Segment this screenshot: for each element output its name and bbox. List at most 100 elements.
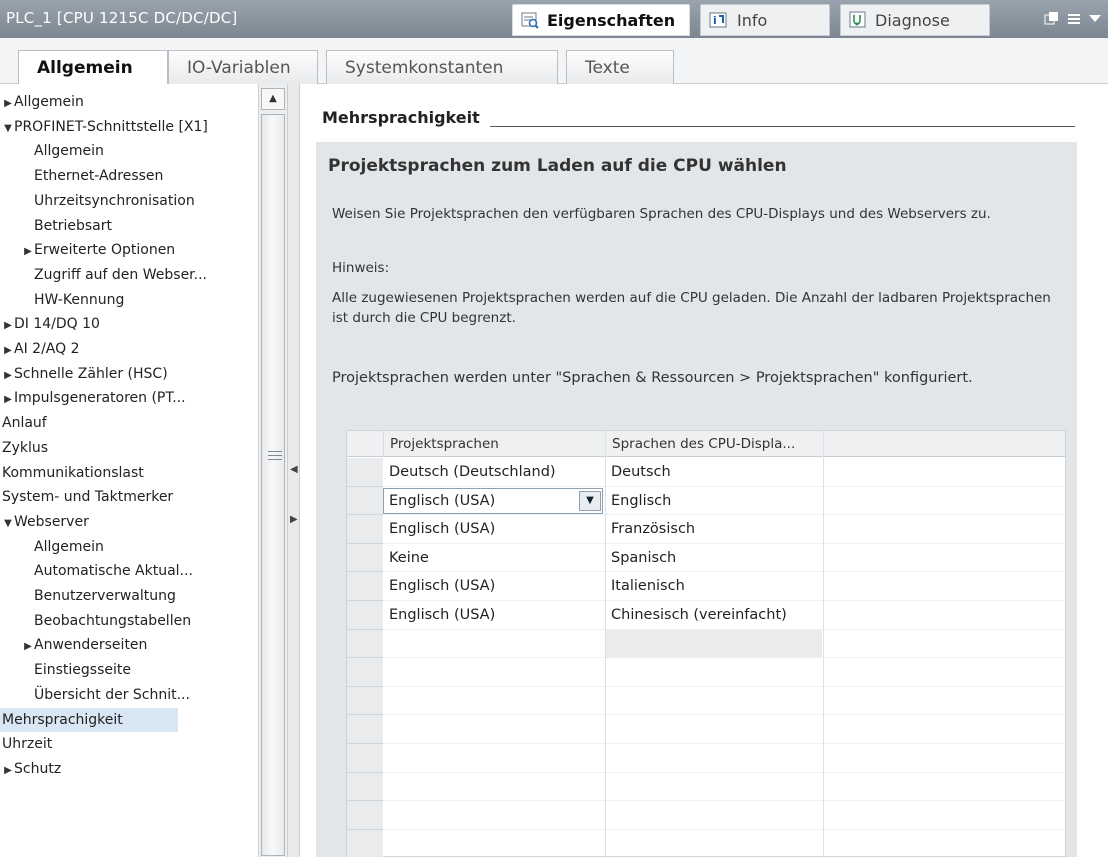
hint-text: Alle zugewiesenen Projektsprachen werden… — [332, 290, 1051, 326]
tab-allgemein[interactable]: Allgemein — [18, 50, 168, 85]
row-header[interactable] — [347, 543, 383, 573]
tab-io-variablen[interactable]: IO-Variablen — [168, 50, 318, 84]
tree-node[interactable]: ▼ Webserver — [2, 510, 256, 534]
tree-node[interactable]: Betriebsart — [34, 214, 256, 238]
row-header[interactable] — [347, 629, 383, 659]
collapsed-arrow-icon[interactable]: ▶ — [2, 92, 14, 116]
row-header[interactable] — [347, 801, 383, 830]
row-header[interactable] — [347, 572, 383, 601]
tree-node[interactable]: ▶ Anwenderseiten — [22, 633, 256, 657]
tab-info[interactable]: i Info — [700, 4, 830, 36]
tree-node[interactable]: Uhrzeit — [2, 732, 256, 756]
row-header[interactable] — [347, 486, 383, 516]
tree-node[interactable]: ▶ Allgemein — [2, 90, 256, 114]
tree-node[interactable]: ▶ DI 14/DQ 10 — [2, 312, 256, 336]
cpu-language-cell[interactable]: Französisch — [605, 515, 823, 543]
collapsed-arrow-icon[interactable]: ▶ — [2, 339, 14, 363]
project-language-cell[interactable]: Keine — [383, 544, 605, 572]
row-header[interactable] — [347, 658, 383, 687]
row-header[interactable] — [347, 829, 383, 857]
project-language-dropdown[interactable]: Englisch (USA) ▼ — [383, 487, 603, 514]
tree-node[interactable]: ▶ Schutz — [2, 757, 256, 781]
project-language-cell[interactable]: Deutsch (Deutschland) — [383, 458, 605, 486]
collapsed-arrow-icon[interactable]: ▶ — [2, 388, 14, 412]
tree-node-label: Anwenderseiten — [34, 637, 148, 654]
expanded-arrow-icon[interactable]: ▼ — [2, 512, 14, 536]
column-header-projektsprachen[interactable]: Projektsprachen — [383, 431, 605, 457]
tree-node[interactable]: Kommunikationslast — [2, 461, 256, 485]
panel-splitter[interactable]: ◀ ▶ — [287, 84, 300, 857]
hint-label: Hinweis: — [332, 260, 390, 276]
collapsed-arrow-icon[interactable]: ▶ — [2, 314, 14, 338]
tree-node-label: AI 2/AQ 2 — [14, 341, 80, 357]
tree-node[interactable]: Übersicht der Schnit... — [34, 683, 256, 707]
panel-title: Projektsprachen zum Laden auf die CPU wä… — [328, 156, 787, 176]
tree-node-label: Webserver — [14, 513, 89, 530]
row-header[interactable] — [347, 515, 383, 544]
tree-node[interactable]: HW-Kennung — [34, 288, 256, 312]
tree-node-label: Kommunikationslast — [2, 464, 144, 481]
properties-tabs: Allgemein IO-Variablen Systemkonstanten … — [0, 38, 1108, 85]
row-header[interactable] — [347, 772, 383, 802]
tree-node-label: Übersicht der Schnit... — [34, 686, 190, 703]
column-header-cpu-display[interactable]: Sprachen des CPU-Displa... — [605, 431, 823, 457]
tree-node[interactable]: Einstiegsseite — [34, 658, 256, 682]
cpu-language-cell[interactable]: Spanisch — [605, 544, 823, 572]
tree-node[interactable]: ▶ Erweiterte Optionen — [22, 238, 256, 262]
project-language-cell[interactable]: Englisch (USA) — [383, 601, 605, 629]
tree-node[interactable]: Ethernet-Adressen — [34, 164, 256, 188]
scrollbar-thumb[interactable] — [261, 114, 285, 856]
tree-node[interactable]: ▼ PROFINET-Schnittstelle [X1] — [2, 115, 256, 139]
window-title: PLC_1 [CPU 1215C DC/DC/DC] — [6, 9, 238, 27]
tree-node[interactable]: Uhrzeitsynchronisation — [34, 189, 256, 213]
row-divider — [383, 771, 1065, 773]
tab-diagnose[interactable]: Diagnose — [840, 4, 990, 36]
tab-texte[interactable]: Texte — [566, 50, 674, 84]
collapsed-arrow-icon[interactable]: ▶ — [22, 240, 34, 264]
language-table: Projektsprachen Sprachen des CPU-Displa.… — [346, 430, 1066, 857]
float-window-icon[interactable] — [1044, 11, 1060, 29]
tree-node[interactable]: Benutzerverwaltung — [34, 584, 256, 608]
tree-node[interactable]: Zugriff auf den Webser... — [34, 263, 256, 287]
project-language-cell[interactable]: Englisch (USA) — [383, 515, 605, 543]
row-header[interactable] — [347, 601, 383, 630]
cpu-language-cell[interactable]: Italienisch — [605, 572, 823, 600]
tree-node[interactable]: Beobachtungstabellen — [34, 609, 256, 633]
cpu-language-cell[interactable]: Englisch — [605, 487, 823, 515]
row-header[interactable] — [347, 715, 383, 744]
tree-node[interactable]: ▶ Impulsgeneratoren (PT... — [2, 386, 256, 410]
scroll-up-button[interactable]: ▲ — [261, 88, 285, 110]
tree-node[interactable]: Anlauf — [2, 411, 256, 435]
tree-node[interactable]: ▶ AI 2/AQ 2 — [2, 337, 256, 361]
tree-node[interactable]: Automatische Aktual... — [34, 559, 256, 583]
expand-right-icon[interactable]: ▶ — [290, 514, 298, 525]
row-header[interactable] — [347, 744, 383, 773]
tree-node[interactable]: Mehrsprachigkeit — [0, 707, 178, 732]
project-language-cell[interactable]: Englisch (USA) — [383, 572, 605, 600]
cpu-language-cell[interactable]: Chinesisch (vereinfacht) — [605, 601, 823, 629]
tree-node[interactable]: Zyklus — [2, 436, 256, 460]
tree-node-label: Betriebsart — [34, 217, 112, 234]
collapsed-arrow-icon[interactable]: ▶ — [22, 635, 34, 659]
tree-scrollbar[interactable]: ▲ — [258, 84, 287, 857]
row-header[interactable] — [347, 686, 383, 716]
chevron-down-icon[interactable]: ▼ — [579, 490, 601, 511]
collapse-panel-icon[interactable] — [1088, 11, 1102, 29]
expanded-arrow-icon[interactable]: ▼ — [2, 117, 14, 141]
minimize-panel-icon[interactable] — [1066, 11, 1082, 29]
tab-systemkonstanten[interactable]: Systemkonstanten — [326, 50, 558, 84]
section-title: Mehrsprachigkeit — [322, 108, 480, 127]
row-divider — [383, 657, 1065, 659]
tab-eigenschaften[interactable]: Eigenschaften — [512, 4, 690, 36]
tree-node[interactable]: ▶ Schnelle Zähler (HSC) — [2, 362, 256, 386]
cpu-language-cell[interactable]: Deutsch — [605, 458, 823, 486]
row-header[interactable] — [347, 458, 383, 487]
collapsed-arrow-icon[interactable]: ▶ — [2, 364, 14, 388]
collapsed-arrow-icon[interactable]: ▶ — [2, 759, 14, 783]
dropdown-value: Englisch (USA) — [389, 492, 496, 509]
tree-node[interactable]: Allgemein — [34, 139, 256, 163]
collapse-left-icon[interactable]: ◀ — [290, 464, 298, 475]
tree-node-label: Schnelle Zähler (HSC) — [14, 365, 168, 382]
tree-node[interactable]: Allgemein — [34, 535, 256, 559]
tree-node[interactable]: System- und Taktmerker — [2, 485, 256, 509]
